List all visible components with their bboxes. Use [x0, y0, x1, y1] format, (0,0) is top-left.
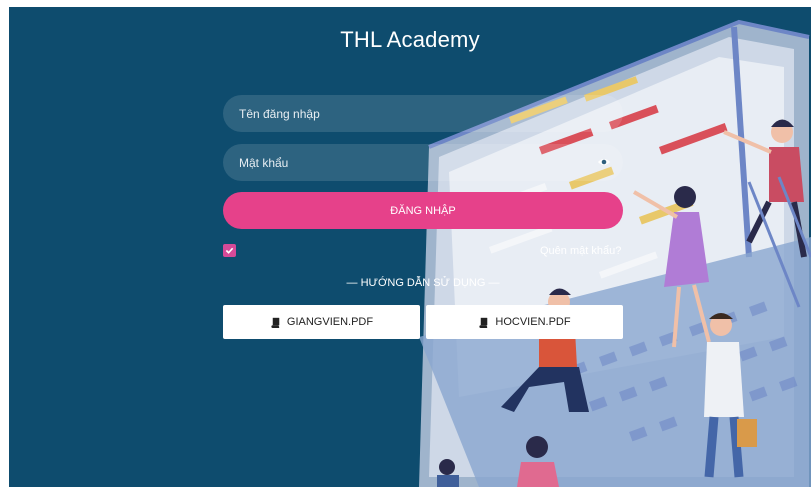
login-screen: THL Academy ĐĂNG NHẬP Quên mật khẩu? — H… [9, 7, 811, 487]
guide-heading: — HƯỚNG DẪN SỬ DỤNG — [346, 277, 500, 289]
forgot-password-link[interactable]: Quên mật khẩu? [540, 245, 621, 257]
giangvien-pdf-label: GIANGVIEN.PDF [286, 316, 374, 328]
hocvien-pdf-button[interactable]: HOCVIEN.PDF [426, 305, 623, 339]
eye-icon[interactable] [597, 155, 611, 169]
password-input[interactable] [239, 155, 607, 170]
username-field[interactable] [223, 95, 623, 132]
app-title: THL Academy [340, 27, 480, 52]
giangvien-pdf-button[interactable]: GIANGVIEN.PDF [223, 305, 420, 339]
password-field[interactable] [223, 144, 623, 181]
username-input[interactable] [239, 106, 607, 121]
login-button[interactable]: ĐĂNG NHẬP [223, 192, 623, 229]
background-illustration [419, 19, 811, 487]
hocvien-pdf-label: HOCVIEN.PDF [495, 316, 571, 328]
check-icon [225, 247, 234, 254]
book-icon [479, 317, 488, 328]
remember-checkbox[interactable] [223, 244, 236, 257]
book-icon [271, 317, 280, 328]
